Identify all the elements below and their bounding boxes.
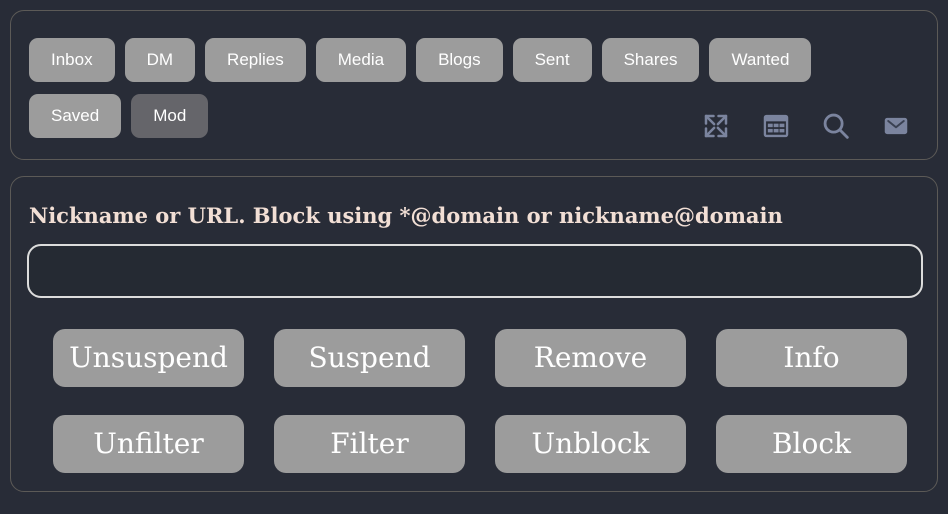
- form-heading: Nickname or URL. Block using *@domain or…: [29, 203, 783, 228]
- unsuspend-button[interactable]: Unsuspend: [53, 329, 244, 387]
- expand-icon[interactable]: [695, 105, 737, 147]
- search-icon[interactable]: [815, 105, 857, 147]
- tab-media[interactable]: Media: [315, 38, 407, 82]
- filter-button[interactable]: Filter: [274, 415, 465, 473]
- unblock-button[interactable]: Unblock: [495, 415, 686, 473]
- remove-button[interactable]: Remove: [495, 329, 686, 387]
- info-button[interactable]: Info: [716, 329, 907, 387]
- timeline-tabs-row-primary: Inbox DM Replies Media Blogs Sent Shares…: [29, 38, 812, 82]
- moderation-actions-row-1: Unsuspend Suspend Remove Info: [53, 329, 915, 387]
- suspend-button[interactable]: Suspend: [274, 329, 465, 387]
- block-button[interactable]: Block: [716, 415, 907, 473]
- tab-sent[interactable]: Sent: [512, 38, 592, 82]
- navigation-panel: Inbox DM Replies Media Blogs Sent Shares…: [10, 10, 938, 160]
- tab-inbox[interactable]: Inbox: [29, 38, 115, 82]
- moderation-form-panel: Nickname or URL. Block using *@domain or…: [10, 176, 938, 492]
- tab-wanted[interactable]: Wanted: [709, 38, 812, 82]
- tab-dm[interactable]: DM: [124, 38, 196, 82]
- table-icon[interactable]: [755, 105, 797, 147]
- timeline-tabs-row-secondary: Saved Mod: [29, 94, 209, 138]
- tab-replies[interactable]: Replies: [205, 38, 306, 82]
- moderation-screen: Inbox DM Replies Media Blogs Sent Shares…: [0, 0, 948, 514]
- tab-blogs[interactable]: Blogs: [416, 38, 503, 82]
- tab-saved[interactable]: Saved: [29, 94, 122, 138]
- toolbar-icons: [695, 105, 917, 147]
- mail-icon[interactable]: [875, 105, 917, 147]
- unfilter-button[interactable]: Unfilter: [53, 415, 244, 473]
- tab-shares[interactable]: Shares: [601, 38, 700, 82]
- nickname-or-url-input[interactable]: [27, 244, 923, 298]
- moderation-actions-row-2: Unfilter Filter Unblock Block: [53, 415, 915, 473]
- tab-mod[interactable]: Mod: [131, 94, 209, 138]
